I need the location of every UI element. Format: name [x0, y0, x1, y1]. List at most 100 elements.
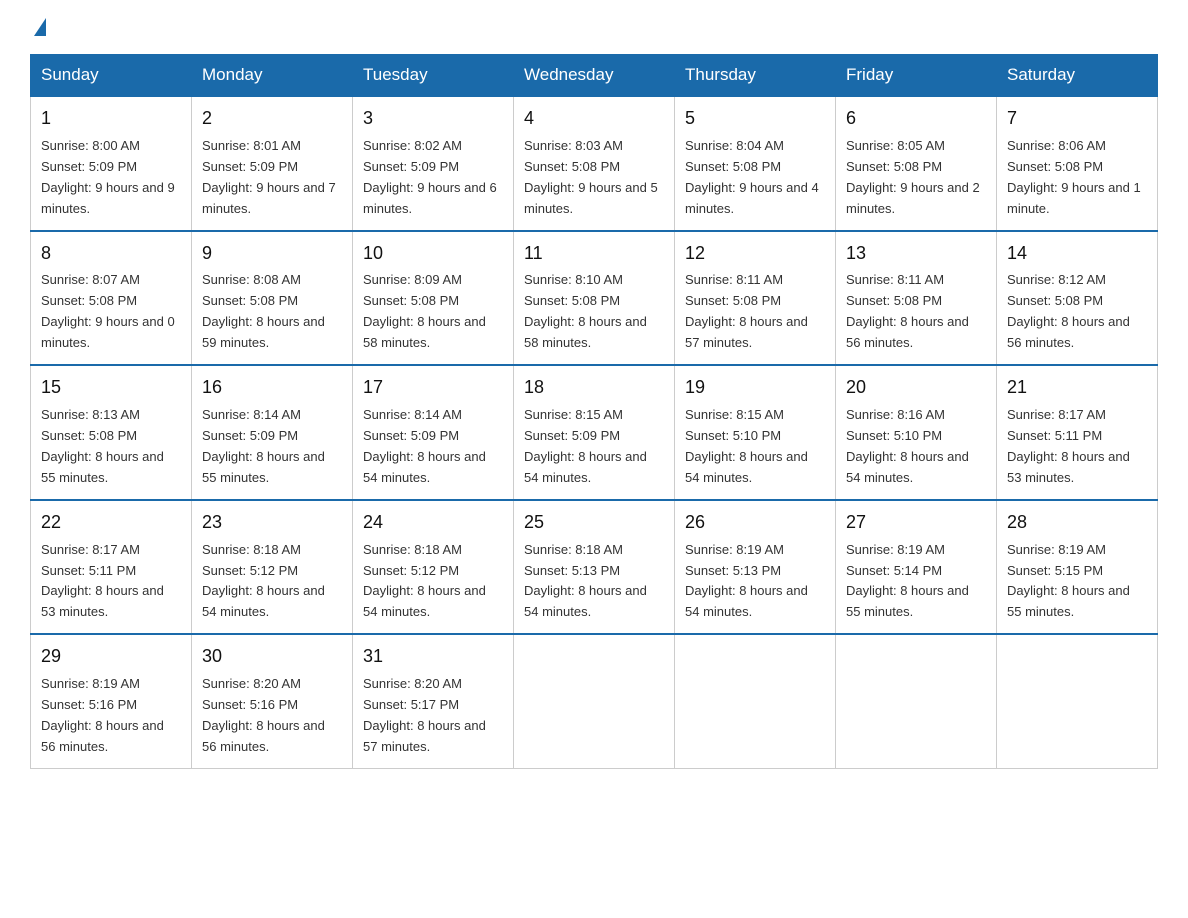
day-info: Sunrise: 8:03 AMSunset: 5:08 PMDaylight:… [524, 138, 658, 216]
day-info: Sunrise: 8:11 AMSunset: 5:08 PMDaylight:… [685, 272, 808, 350]
calendar-cell: 15 Sunrise: 8:13 AMSunset: 5:08 PMDaylig… [31, 365, 192, 500]
day-info: Sunrise: 8:18 AMSunset: 5:13 PMDaylight:… [524, 542, 647, 620]
day-info: Sunrise: 8:15 AMSunset: 5:10 PMDaylight:… [685, 407, 808, 485]
day-info: Sunrise: 8:19 AMSunset: 5:13 PMDaylight:… [685, 542, 808, 620]
day-info: Sunrise: 8:18 AMSunset: 5:12 PMDaylight:… [363, 542, 486, 620]
day-info: Sunrise: 8:17 AMSunset: 5:11 PMDaylight:… [41, 542, 164, 620]
calendar-cell: 14 Sunrise: 8:12 AMSunset: 5:08 PMDaylig… [997, 231, 1158, 366]
day-info: Sunrise: 8:11 AMSunset: 5:08 PMDaylight:… [846, 272, 969, 350]
calendar-cell [836, 634, 997, 768]
calendar-cell: 29 Sunrise: 8:19 AMSunset: 5:16 PMDaylig… [31, 634, 192, 768]
day-info: Sunrise: 8:19 AMSunset: 5:16 PMDaylight:… [41, 676, 164, 754]
calendar-cell: 16 Sunrise: 8:14 AMSunset: 5:09 PMDaylig… [192, 365, 353, 500]
day-number: 25 [524, 509, 664, 537]
calendar-cell: 22 Sunrise: 8:17 AMSunset: 5:11 PMDaylig… [31, 500, 192, 635]
calendar-cell: 8 Sunrise: 8:07 AMSunset: 5:08 PMDayligh… [31, 231, 192, 366]
day-number: 5 [685, 105, 825, 133]
calendar-cell: 19 Sunrise: 8:15 AMSunset: 5:10 PMDaylig… [675, 365, 836, 500]
day-number: 4 [524, 105, 664, 133]
calendar-cell: 28 Sunrise: 8:19 AMSunset: 5:15 PMDaylig… [997, 500, 1158, 635]
logo-triangle-icon [34, 18, 46, 36]
calendar-table: SundayMondayTuesdayWednesdayThursdayFrid… [30, 54, 1158, 769]
day-number: 29 [41, 643, 181, 671]
calendar-cell: 2 Sunrise: 8:01 AMSunset: 5:09 PMDayligh… [192, 96, 353, 231]
calendar-cell: 7 Sunrise: 8:06 AMSunset: 5:08 PMDayligh… [997, 96, 1158, 231]
calendar-cell: 6 Sunrise: 8:05 AMSunset: 5:08 PMDayligh… [836, 96, 997, 231]
day-info: Sunrise: 8:10 AMSunset: 5:08 PMDaylight:… [524, 272, 647, 350]
day-info: Sunrise: 8:05 AMSunset: 5:08 PMDaylight:… [846, 138, 980, 216]
calendar-week-3: 15 Sunrise: 8:13 AMSunset: 5:08 PMDaylig… [31, 365, 1158, 500]
calendar-cell: 27 Sunrise: 8:19 AMSunset: 5:14 PMDaylig… [836, 500, 997, 635]
logo [30, 20, 46, 36]
day-number: 15 [41, 374, 181, 402]
day-number: 26 [685, 509, 825, 537]
day-info: Sunrise: 8:19 AMSunset: 5:14 PMDaylight:… [846, 542, 969, 620]
calendar-cell: 24 Sunrise: 8:18 AMSunset: 5:12 PMDaylig… [353, 500, 514, 635]
day-number: 3 [363, 105, 503, 133]
day-number: 2 [202, 105, 342, 133]
day-info: Sunrise: 8:01 AMSunset: 5:09 PMDaylight:… [202, 138, 336, 216]
day-number: 19 [685, 374, 825, 402]
day-number: 20 [846, 374, 986, 402]
day-header-thursday: Thursday [675, 55, 836, 97]
day-number: 11 [524, 240, 664, 268]
day-number: 14 [1007, 240, 1147, 268]
calendar-cell: 1 Sunrise: 8:00 AMSunset: 5:09 PMDayligh… [31, 96, 192, 231]
calendar-week-2: 8 Sunrise: 8:07 AMSunset: 5:08 PMDayligh… [31, 231, 1158, 366]
day-number: 8 [41, 240, 181, 268]
day-info: Sunrise: 8:20 AMSunset: 5:16 PMDaylight:… [202, 676, 325, 754]
calendar-cell: 25 Sunrise: 8:18 AMSunset: 5:13 PMDaylig… [514, 500, 675, 635]
day-number: 1 [41, 105, 181, 133]
day-info: Sunrise: 8:17 AMSunset: 5:11 PMDaylight:… [1007, 407, 1130, 485]
calendar-cell: 21 Sunrise: 8:17 AMSunset: 5:11 PMDaylig… [997, 365, 1158, 500]
calendar-cell: 4 Sunrise: 8:03 AMSunset: 5:08 PMDayligh… [514, 96, 675, 231]
day-number: 27 [846, 509, 986, 537]
calendar-cell: 3 Sunrise: 8:02 AMSunset: 5:09 PMDayligh… [353, 96, 514, 231]
day-number: 10 [363, 240, 503, 268]
calendar-cell: 17 Sunrise: 8:14 AMSunset: 5:09 PMDaylig… [353, 365, 514, 500]
day-number: 28 [1007, 509, 1147, 537]
calendar-cell: 31 Sunrise: 8:20 AMSunset: 5:17 PMDaylig… [353, 634, 514, 768]
day-number: 9 [202, 240, 342, 268]
calendar-cell: 11 Sunrise: 8:10 AMSunset: 5:08 PMDaylig… [514, 231, 675, 366]
day-info: Sunrise: 8:14 AMSunset: 5:09 PMDaylight:… [363, 407, 486, 485]
day-header-monday: Monday [192, 55, 353, 97]
day-info: Sunrise: 8:15 AMSunset: 5:09 PMDaylight:… [524, 407, 647, 485]
calendar-cell: 30 Sunrise: 8:20 AMSunset: 5:16 PMDaylig… [192, 634, 353, 768]
day-info: Sunrise: 8:07 AMSunset: 5:08 PMDaylight:… [41, 272, 175, 350]
day-header-sunday: Sunday [31, 55, 192, 97]
day-header-friday: Friday [836, 55, 997, 97]
day-number: 24 [363, 509, 503, 537]
day-number: 18 [524, 374, 664, 402]
calendar-cell [675, 634, 836, 768]
day-number: 12 [685, 240, 825, 268]
day-info: Sunrise: 8:00 AMSunset: 5:09 PMDaylight:… [41, 138, 175, 216]
calendar-cell: 20 Sunrise: 8:16 AMSunset: 5:10 PMDaylig… [836, 365, 997, 500]
calendar-cell [514, 634, 675, 768]
calendar-cell [997, 634, 1158, 768]
day-number: 22 [41, 509, 181, 537]
calendar-cell: 23 Sunrise: 8:18 AMSunset: 5:12 PMDaylig… [192, 500, 353, 635]
calendar-cell: 12 Sunrise: 8:11 AMSunset: 5:08 PMDaylig… [675, 231, 836, 366]
day-number: 17 [363, 374, 503, 402]
day-number: 21 [1007, 374, 1147, 402]
day-info: Sunrise: 8:09 AMSunset: 5:08 PMDaylight:… [363, 272, 486, 350]
day-info: Sunrise: 8:14 AMSunset: 5:09 PMDaylight:… [202, 407, 325, 485]
day-number: 16 [202, 374, 342, 402]
day-header-tuesday: Tuesday [353, 55, 514, 97]
calendar-week-1: 1 Sunrise: 8:00 AMSunset: 5:09 PMDayligh… [31, 96, 1158, 231]
calendar-week-4: 22 Sunrise: 8:17 AMSunset: 5:11 PMDaylig… [31, 500, 1158, 635]
calendar-cell: 13 Sunrise: 8:11 AMSunset: 5:08 PMDaylig… [836, 231, 997, 366]
day-number: 31 [363, 643, 503, 671]
day-info: Sunrise: 8:16 AMSunset: 5:10 PMDaylight:… [846, 407, 969, 485]
day-number: 7 [1007, 105, 1147, 133]
calendar-cell: 18 Sunrise: 8:15 AMSunset: 5:09 PMDaylig… [514, 365, 675, 500]
calendar-cell: 9 Sunrise: 8:08 AMSunset: 5:08 PMDayligh… [192, 231, 353, 366]
day-number: 23 [202, 509, 342, 537]
day-info: Sunrise: 8:06 AMSunset: 5:08 PMDaylight:… [1007, 138, 1141, 216]
calendar-cell: 10 Sunrise: 8:09 AMSunset: 5:08 PMDaylig… [353, 231, 514, 366]
day-info: Sunrise: 8:02 AMSunset: 5:09 PMDaylight:… [363, 138, 497, 216]
calendar-cell: 26 Sunrise: 8:19 AMSunset: 5:13 PMDaylig… [675, 500, 836, 635]
day-number: 30 [202, 643, 342, 671]
calendar-week-5: 29 Sunrise: 8:19 AMSunset: 5:16 PMDaylig… [31, 634, 1158, 768]
